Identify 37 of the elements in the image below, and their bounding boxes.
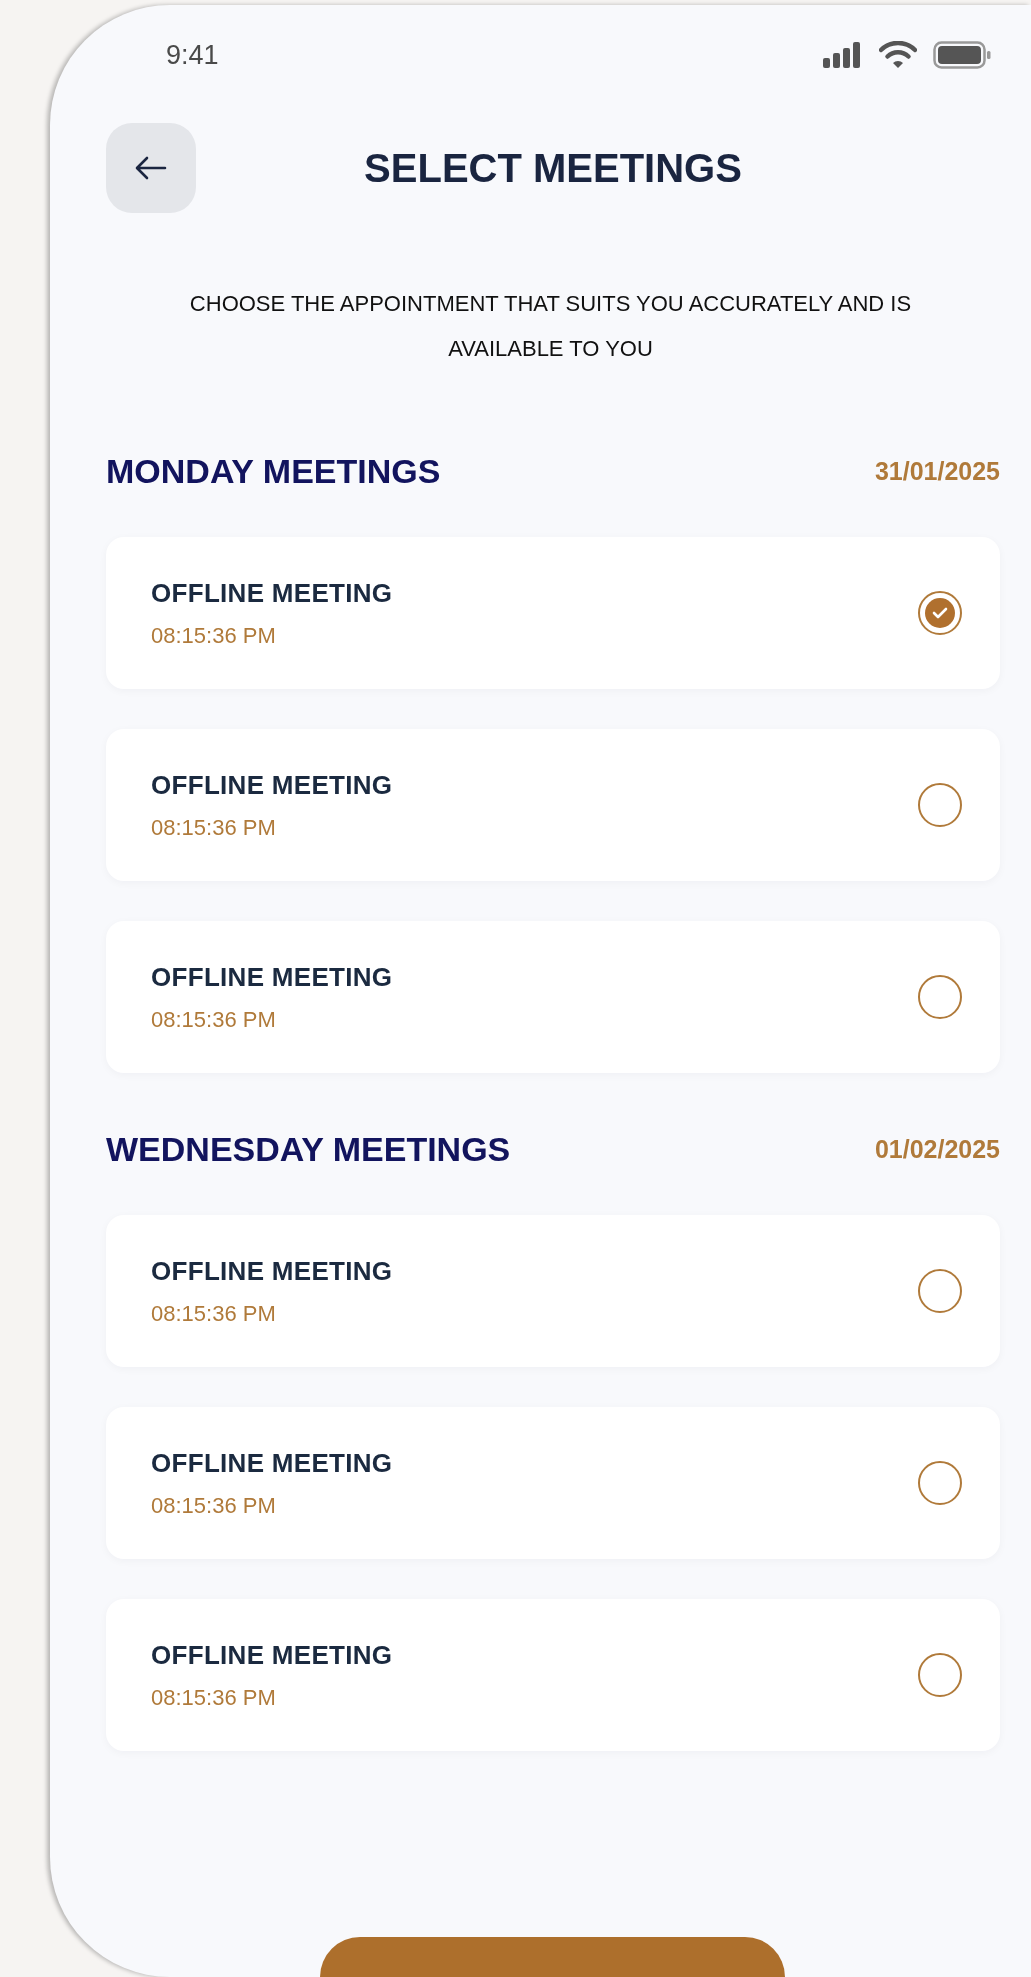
meeting-title: OFFLINE MEETING: [151, 1447, 393, 1479]
meeting-time: 08:15:36 PM: [151, 1492, 277, 1519]
section-heading: WEDNESDAY MEETINGS: [106, 1129, 511, 1169]
section-date: 01/02/2025: [874, 1134, 1000, 1164]
check-icon: [932, 607, 948, 619]
radio-button[interactable]: [918, 1269, 962, 1313]
meeting-title: OFFLINE MEETING: [151, 769, 393, 801]
meeting-time: 08:15:36 PM: [151, 1300, 277, 1327]
meeting-card[interactable]: OFFLINE MEETING 08:15:36 PM: [106, 729, 1000, 881]
meeting-time: 08:15:36 PM: [151, 1006, 277, 1033]
wifi-icon: [879, 41, 917, 69]
radio-button[interactable]: [918, 783, 962, 827]
meeting-card[interactable]: OFFLINE MEETING 08:15:36 PM: [106, 1599, 1000, 1751]
meeting-card[interactable]: OFFLINE MEETING 08:15:36 PM: [106, 1215, 1000, 1367]
radio-button[interactable]: [918, 1461, 962, 1505]
signal-icon: [823, 42, 863, 68]
battery-icon: [933, 41, 991, 69]
meeting-card[interactable]: OFFLINE MEETING 08:15:36 PM: [106, 1407, 1000, 1559]
radio-button[interactable]: [918, 975, 962, 1019]
back-arrow-icon: [135, 156, 167, 180]
meeting-time: 08:15:36 PM: [151, 1684, 277, 1711]
page-title: SELECT MEETINGS: [364, 145, 742, 190]
meeting-time: 08:15:36 PM: [151, 814, 277, 841]
meeting-title: OFFLINE MEETING: [151, 577, 393, 609]
section-heading: MONDAY MEETINGS: [106, 451, 441, 491]
instructions-text: CHOOSE THE APPOINTMENT THAT SUITS YOU ACCURATELY AND IS AVAILABLE TO YOU: [188, 290, 913, 363]
radio-button[interactable]: [918, 1653, 962, 1697]
meeting-title: OFFLINE MEETING: [151, 961, 393, 993]
status-time: 9:41: [166, 39, 219, 71]
section-date: 31/01/2025: [874, 456, 1000, 486]
back-button[interactable]: [106, 123, 196, 213]
meeting-title: OFFLINE MEETING: [151, 1255, 393, 1287]
meeting-card[interactable]: OFFLINE MEETING 08:15:36 PM: [106, 921, 1000, 1073]
meeting-card[interactable]: OFFLINE MEETING 08:15:36 PM: [106, 537, 1000, 689]
radio-button[interactable]: [918, 591, 962, 635]
meeting-title: OFFLINE MEETING: [151, 1639, 393, 1671]
meeting-time: 08:15:36 PM: [151, 622, 277, 649]
